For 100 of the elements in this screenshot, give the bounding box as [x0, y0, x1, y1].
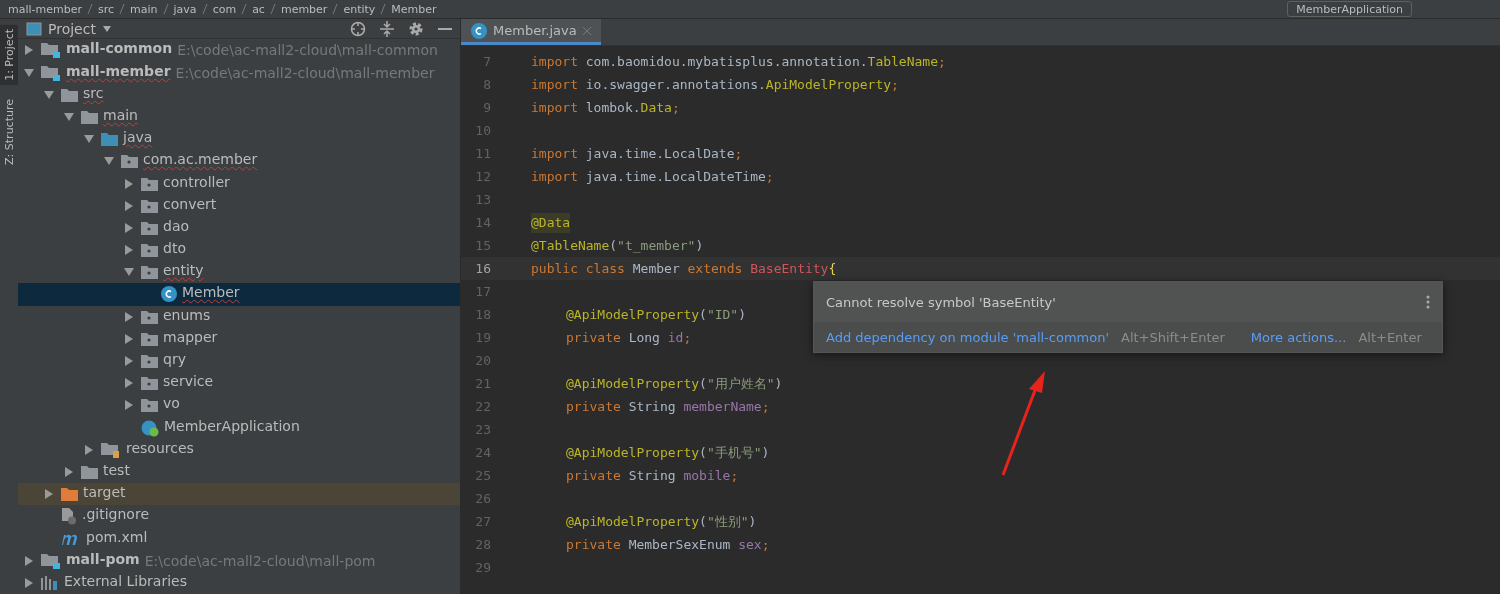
line-number: 10: [474, 123, 492, 138]
tree-item-label: controller: [163, 173, 230, 192]
more-options-icon[interactable]: [1426, 295, 1430, 309]
tree-item[interactable]: dao: [18, 216, 460, 239]
breadcrumb[interactable]: Member: [391, 2, 437, 16]
expanded-arrow-icon[interactable]: [64, 111, 74, 122]
folder-icon: [141, 243, 158, 258]
tree-item[interactable]: enums: [18, 305, 460, 328]
tree-item[interactable]: resources: [18, 438, 460, 461]
settings-icon[interactable]: [408, 20, 424, 37]
breadcrumb[interactable]: java: [173, 2, 197, 16]
breadcrumb[interactable]: main: [130, 2, 158, 16]
line-number: 21: [474, 376, 492, 391]
collapsed-arrow-icon[interactable]: [124, 245, 134, 256]
separator-icon: [200, 3, 209, 15]
tree-item[interactable]: main: [18, 105, 460, 129]
quick-fix-link[interactable]: Add dependency on module 'mall-common': [826, 329, 1109, 345]
tree-item-label: mall-pom: [66, 550, 140, 569]
tree-item[interactable]: dto: [18, 239, 460, 262]
file-icon: [61, 507, 77, 525]
dropdown-icon[interactable]: [101, 24, 112, 33]
collapsed-arrow-icon[interactable]: [24, 555, 34, 566]
tree-item[interactable]: convert: [18, 194, 460, 217]
code-line: private String mobile;: [565, 466, 739, 485]
expanded-arrow-icon[interactable]: [44, 89, 54, 100]
tree-item[interactable]: pom.xml: [18, 527, 460, 550]
tree-item-label: java: [123, 129, 153, 148]
line-number: 9: [482, 100, 492, 115]
tree-item[interactable]: qry: [18, 349, 460, 373]
tree-item[interactable]: mall-common E:\code\ac-mall2-cloud\mall-common: [18, 39, 460, 62]
tree-item[interactable]: mall-member E:\code\ac-mall2-cloud\mall-member: [18, 61, 460, 84]
breadcrumb[interactable]: entity: [343, 2, 376, 16]
line-number: 15: [474, 238, 492, 253]
tree-item[interactable]: Member: [18, 283, 460, 306]
tree-item[interactable]: java: [18, 128, 460, 151]
side-tab[interactable]: 1: Project: [0, 25, 18, 85]
quick-fix-link[interactable]: More actions...: [1250, 329, 1347, 345]
code-line: private Long id;: [565, 328, 692, 347]
tree-item-label: enums: [163, 306, 211, 325]
expanded-arrow-icon[interactable]: [84, 134, 94, 145]
breadcrumb[interactable]: member: [280, 2, 328, 16]
folder-icon: [101, 132, 118, 147]
tree-item[interactable]: MemberApplication: [18, 416, 460, 439]
collapsed-arrow-icon[interactable]: [124, 400, 134, 411]
tree-item[interactable]: test: [18, 460, 460, 484]
line-number: 24: [474, 445, 492, 460]
collapsed-arrow-icon[interactable]: [124, 178, 134, 189]
tree-item-label: MemberApplication: [164, 417, 300, 436]
tree-item[interactable]: mapper: [18, 327, 460, 350]
module-folder-icon: [41, 552, 61, 569]
expanded-arrow-icon[interactable]: [104, 156, 114, 167]
tree-item-label: qry: [163, 351, 186, 370]
code-line: import lombok.Data;: [531, 98, 680, 117]
collapsed-arrow-icon[interactable]: [124, 222, 134, 233]
collapsed-arrow-icon[interactable]: [84, 444, 94, 455]
breadcrumb[interactable]: com: [212, 2, 237, 16]
folder-icon: [61, 487, 78, 502]
collapsed-arrow-icon[interactable]: [124, 356, 134, 367]
panel-title[interactable]: Project: [48, 20, 96, 37]
expanded-arrow-icon[interactable]: [124, 267, 134, 278]
separator-icon: [118, 3, 127, 15]
tree-item[interactable]: entity: [18, 261, 460, 284]
collapsed-arrow-icon[interactable]: [124, 378, 134, 389]
tree-item[interactable]: src: [18, 83, 460, 106]
tree-item[interactable]: External Libraries: [18, 571, 460, 594]
folder-icon: [141, 354, 158, 369]
editor-tab[interactable]: Member.java: [461, 19, 601, 45]
collapsed-arrow-icon[interactable]: [64, 466, 74, 477]
tree-item-label: .gitignore: [82, 506, 149, 525]
expanded-arrow-icon[interactable]: [24, 67, 34, 78]
breadcrumb[interactable]: src: [98, 2, 115, 16]
collapsed-arrow-icon[interactable]: [24, 45, 34, 56]
line-number: 18: [474, 307, 492, 322]
tree-item[interactable]: mall-pom E:\code\ac-mall2-cloud\mall-pom: [18, 549, 460, 572]
collapsed-arrow-icon[interactable]: [24, 577, 34, 588]
side-tab[interactable]: Z: Structure: [0, 94, 18, 169]
tree-item[interactable]: controller: [18, 172, 460, 195]
collapsed-arrow-icon[interactable]: [44, 489, 54, 500]
window-icon: [26, 21, 42, 36]
tree-item[interactable]: target: [18, 483, 460, 506]
breadcrumb[interactable]: mall-member: [8, 2, 82, 16]
locate-icon[interactable]: [350, 20, 366, 37]
module-path: E:\code\ac-mall2-cloud\mall-member: [175, 64, 435, 81]
tree-item[interactable]: vo: [18, 394, 460, 417]
separator-icon: [331, 3, 340, 15]
line-number: 19: [474, 330, 492, 345]
module-path: E:\code\ac-mall2-cloud\mall-common: [177, 42, 438, 59]
collapse-all-icon[interactable]: [380, 20, 394, 37]
breadcrumb[interactable]: ac: [252, 2, 265, 16]
tree-item[interactable]: com.ac.member: [18, 150, 460, 173]
tree-item[interactable]: service: [18, 372, 460, 395]
code-line: public class Member extends BaseEntity{: [531, 259, 837, 278]
resources-folder-icon: [101, 441, 121, 458]
run-configuration-dropdown[interactable]: MemberApplication: [1287, 1, 1412, 17]
line-number: 7: [482, 54, 492, 69]
tree-item[interactable]: .gitignore: [18, 505, 460, 528]
collapsed-arrow-icon[interactable]: [124, 333, 134, 344]
code-line: @ApiModelProperty("ID"): [565, 305, 747, 324]
collapsed-arrow-icon[interactable]: [124, 200, 134, 211]
collapsed-arrow-icon[interactable]: [124, 311, 134, 322]
